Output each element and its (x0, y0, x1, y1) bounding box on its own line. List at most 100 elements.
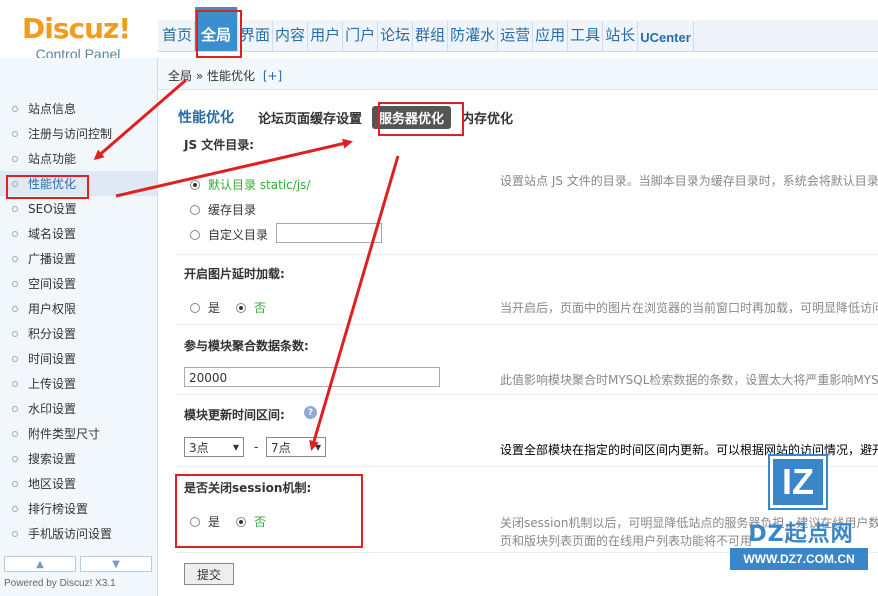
js-dir-cache-radio[interactable]: 缓存目录 (190, 201, 256, 218)
block-time-to-value: 7点 (271, 440, 291, 455)
js-dir-custom-input[interactable] (276, 223, 382, 243)
block-time-to-select[interactable]: 7点 ▾ (266, 437, 326, 457)
sidebar-item-permission[interactable]: 用户权限 (0, 296, 157, 321)
page-title: 性能优化 (178, 110, 234, 126)
scroll-up-button[interactable]: ▲ (4, 556, 76, 572)
sidebar-item-attachtype[interactable]: 附件类型尺寸 (0, 421, 157, 446)
sidebar-item-label: 搜索设置 (28, 452, 77, 466)
bullet-icon (12, 280, 18, 287)
sidebar-item-home[interactable]: 空间设置 (0, 271, 157, 296)
bullet-icon (12, 380, 18, 387)
help-icon[interactable]: ? (304, 406, 317, 419)
radio-checked-icon (190, 179, 200, 190)
chevron-down-icon: ▾ (232, 440, 239, 454)
add-shortcut-button[interactable]: [+] (263, 69, 282, 83)
sidebar-item-label: 空间设置 (28, 277, 77, 291)
tab-forum-cache[interactable]: 论坛页面缓存设置 (258, 108, 362, 127)
bullet-icon (12, 230, 18, 237)
sidebar-item-domain[interactable]: 域名设置 (0, 221, 157, 246)
radio-unchecked-icon (190, 302, 200, 313)
bullet-icon (12, 255, 18, 262)
nav-tab-group[interactable]: 群组 (413, 21, 449, 51)
lazyload-no-radio[interactable]: 否 (236, 299, 266, 316)
radio-unchecked-icon (190, 229, 200, 240)
divider (176, 324, 878, 325)
bullet-icon (12, 305, 18, 312)
nav-tab-safe[interactable]: 防灌水 (448, 21, 499, 51)
discuz-logo[interactable]: Discuz! Control Panel (22, 14, 134, 63)
sidebar-item-watermark[interactable]: 水印设置 (0, 396, 157, 421)
bullet-icon (12, 155, 18, 162)
sub-tabs: 性能优化 论坛页面缓存设置 服务器优化 内存优化 (178, 105, 523, 129)
sidebar-item-label: 广播设置 (28, 252, 77, 266)
bullet-icon (12, 330, 18, 337)
lazyload-yes-label: 是 (208, 301, 221, 315)
sidebar-scroll-controls: ▲ ▼ (4, 556, 152, 572)
js-dir-default-label: 默认目录 static/js/ (208, 178, 311, 192)
block-time-from-select[interactable]: 3点 ▾ (184, 437, 244, 457)
annotation-box-performance (6, 175, 89, 199)
chevron-down-icon: ▾ (314, 440, 321, 454)
sidebar-item-ranklist[interactable]: 排行榜设置 (0, 496, 157, 521)
sidebar-item-label: 域名设置 (28, 227, 77, 241)
js-dir-description: 设置站点 JS 文件的目录。当脚本目录为缓存目录时，系统会将默认目录 (500, 174, 878, 188)
sidebar-item-access[interactable]: 注册与访问控制 (0, 121, 157, 146)
bullet-icon (12, 505, 18, 512)
sidebar-item-mobile[interactable]: 手机版访问设置 (0, 521, 157, 546)
sidebar-item-label: 附件类型尺寸 (28, 427, 101, 441)
sidebar-item-credits[interactable]: 积分设置 (0, 321, 157, 346)
block-max-title: 参与模块聚合数据条数: (184, 339, 309, 353)
block-max-input[interactable]: 20000 (184, 367, 440, 387)
radio-checked-icon (236, 302, 246, 313)
sidebar-item-label: 站点信息 (28, 102, 77, 116)
nav-tab-extended[interactable]: 运营 (498, 21, 534, 51)
lazyload-no-label: 否 (254, 301, 267, 315)
sidebar-item-label: 用户权限 (28, 302, 77, 316)
sidebar-item-search[interactable]: 搜索设置 (0, 446, 157, 471)
watermark-logo-icon: IZ (770, 456, 826, 508)
lazyload-yes-radio[interactable]: 是 (190, 299, 220, 316)
block-time-dash: - (254, 440, 259, 454)
nav-tab-style[interactable]: 界面 (238, 21, 274, 51)
annotation-box-global-tab (196, 10, 242, 58)
sidebar-item-label: 积分设置 (28, 327, 77, 341)
scroll-down-button[interactable]: ▼ (80, 556, 152, 572)
tab-memory-optimize[interactable]: 内存优化 (461, 108, 513, 127)
sidebar-item-follow[interactable]: 广播设置 (0, 246, 157, 271)
bullet-icon (12, 530, 18, 537)
radio-unchecked-icon (190, 204, 200, 215)
sidebar-item-district[interactable]: 地区设置 (0, 471, 157, 496)
submit-button[interactable]: 提交 (184, 563, 234, 585)
top-navigation: 首页 全局 界面 内容 用户 门户 论坛 群组 防灌水 运营 应用 工具 站长 … (158, 7, 878, 52)
bullet-icon (12, 105, 18, 112)
sidebar-item-label: 注册与访问控制 (28, 127, 113, 141)
nav-tab-plugin[interactable]: 应用 (533, 21, 569, 51)
js-dir-cache-label: 缓存目录 (208, 203, 257, 217)
nav-tab-portal[interactable]: 门户 (343, 21, 379, 51)
js-dir-default-radio[interactable]: 默认目录 static/js/ (190, 176, 310, 193)
nav-tab-forum[interactable]: 论坛 (378, 21, 414, 51)
block-max-description: 此值影响模块聚合时MYSQL检索数据的条数，设置太大将严重影响MYS (500, 373, 878, 387)
js-dir-custom-radio[interactable]: 自定义目录 (190, 226, 268, 243)
sidebar-item-label: 排行榜设置 (28, 502, 89, 516)
nav-tab-user[interactable]: 用户 (308, 21, 344, 51)
nav-tab-ucenter[interactable]: UCenter (638, 21, 694, 51)
nav-tab-content[interactable]: 内容 (273, 21, 309, 51)
sidebar-item-basic[interactable]: 站点信息 (0, 96, 157, 121)
nav-tab-founder[interactable]: 站长 (603, 21, 639, 51)
sidebar-item-attach[interactable]: 上传设置 (0, 371, 157, 396)
sidebar-item-datetime[interactable]: 时间设置 (0, 346, 157, 371)
sidebar-menu: 站点信息 注册与访问控制 站点功能 性能优化 SEO设置 域名设置 广播设置 空… (0, 96, 157, 546)
sidebar-item-label: 地区设置 (28, 477, 77, 491)
sidebar-item-seo[interactable]: SEO设置 (0, 196, 157, 221)
divider (176, 394, 878, 395)
nav-tab-tools[interactable]: 工具 (568, 21, 604, 51)
nav-tab-home[interactable]: 首页 (160, 21, 196, 51)
watermark-text: DZ起点网 (748, 522, 854, 547)
sidebar-item-functions[interactable]: 站点功能 (0, 146, 157, 171)
powered-by: Powered by Discuz! X3.1 (4, 578, 116, 589)
site-watermark: IZ DZ起点网 WWW.DZ7.COM.CN (730, 452, 868, 584)
admin-window: Discuz! Control Panel 首页 全局 界面 内容 用户 门户 … (0, 0, 878, 596)
divider (176, 254, 878, 255)
js-dir-custom-label: 自定义目录 (208, 228, 269, 242)
